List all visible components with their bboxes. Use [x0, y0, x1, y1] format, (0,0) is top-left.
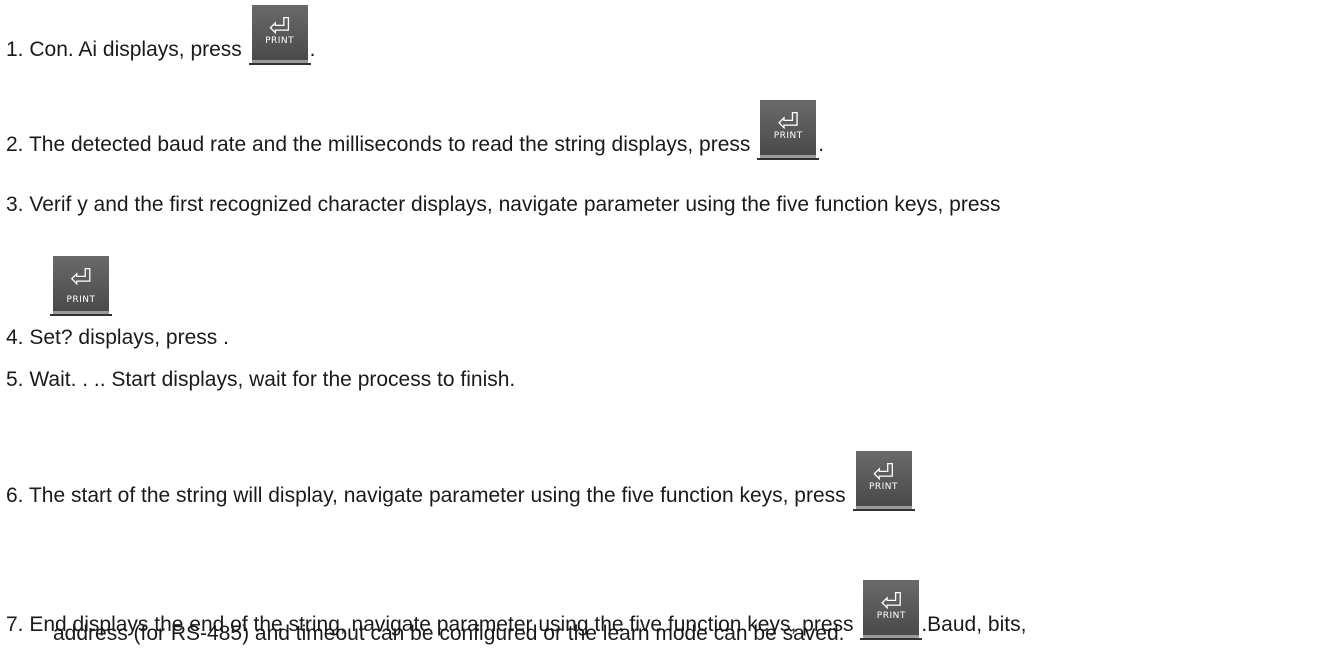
- print-key: ⏎ PRINT: [852, 451, 915, 511]
- enter-arrow-icon: ⏎: [70, 264, 92, 294]
- step-7-continuation: address (for RS-485) and timeout can be …: [53, 622, 845, 645]
- step-number: 7.: [6, 613, 24, 636]
- step-1: 1. Con. Ai displays, press ⏎ PRINT .: [6, 5, 316, 65]
- step-text: Con. Ai displays, press: [29, 38, 242, 61]
- step-6: 6. The start of the string will display,…: [6, 451, 915, 511]
- step-text: The start of the string will display, na…: [28, 484, 846, 507]
- print-key: ⏎ PRINT: [248, 5, 311, 65]
- print-key-label: PRINT: [773, 131, 803, 141]
- print-key-label: PRINT: [876, 611, 906, 621]
- step-text-after: .: [309, 38, 316, 61]
- step-number: 1.: [6, 38, 24, 61]
- step-text-after: .: [818, 133, 825, 156]
- step-number: 4.: [6, 326, 24, 349]
- print-key-label: PRINT: [265, 36, 295, 46]
- step-text-after: .Baud, bits,: [921, 613, 1027, 636]
- step-number: 5.: [6, 368, 24, 391]
- step-4: 4. Set? displays, press .: [6, 325, 229, 351]
- step-number: 3.: [6, 193, 24, 216]
- step-3-key-wrap: ⏎ PRINT: [50, 256, 112, 316]
- step-text: Set? displays, press .: [29, 326, 229, 349]
- step-text: Verif y and the first recognized charact…: [29, 193, 1001, 216]
- step-text: The detected baud rate and the milliseco…: [28, 133, 751, 156]
- step-number: 6.: [6, 484, 24, 507]
- step-text: Wait. . .. Start displays, wait for the …: [29, 368, 516, 391]
- step-2: 2. The detected baud rate and the millis…: [6, 100, 825, 160]
- print-key: ⏎ PRINT: [757, 100, 820, 160]
- print-key: ⏎ PRINT: [860, 580, 923, 640]
- step-5: 5. Wait. . .. Start displays, wait for t…: [6, 367, 515, 393]
- print-key-label: PRINT: [66, 295, 96, 305]
- step-3: 3. Verif y and the first recognized char…: [6, 192, 1001, 218]
- print-key-label: PRINT: [868, 482, 899, 492]
- step-number: 2.: [6, 133, 24, 156]
- print-key: ⏎ PRINT: [50, 256, 112, 316]
